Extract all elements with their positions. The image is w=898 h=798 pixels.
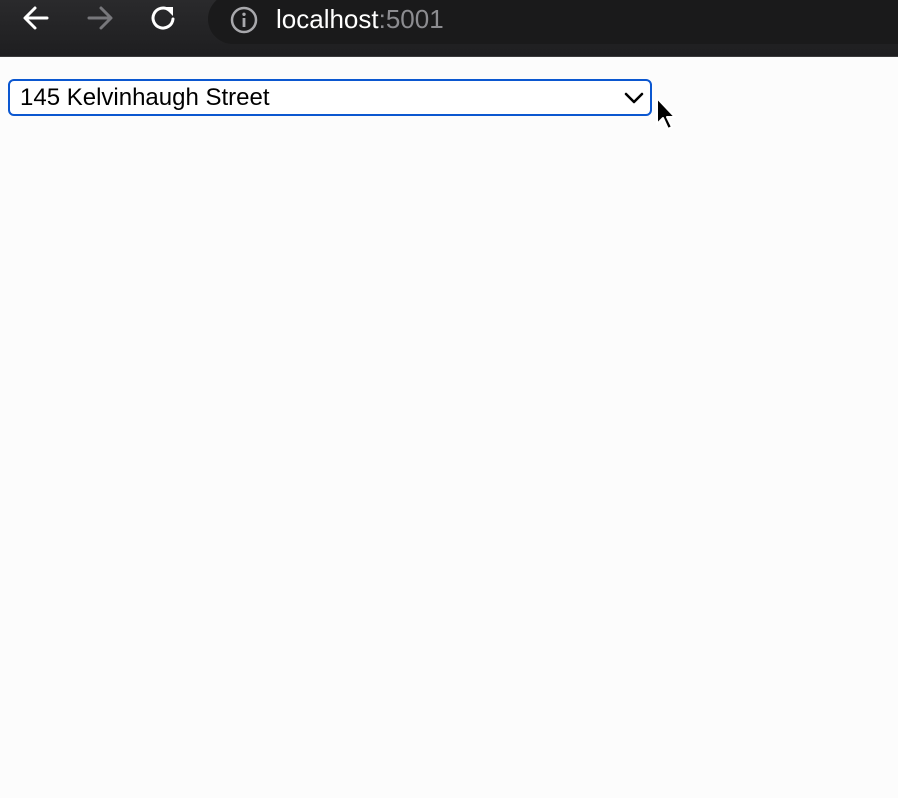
- url-port: :5001: [378, 4, 444, 34]
- mouse-pointer-icon: [656, 97, 676, 130]
- back-button[interactable]: [20, 2, 52, 34]
- reload-button[interactable]: [148, 2, 180, 34]
- reload-icon: [151, 6, 175, 30]
- browser-toolbar: localhost:5001: [0, 0, 898, 57]
- select-value: 145 Kelvinhaugh Street: [20, 84, 270, 111]
- url-text[interactable]: localhost:5001: [276, 3, 444, 35]
- chevron-down-icon: [624, 92, 644, 104]
- url-host: localhost: [276, 4, 379, 34]
- info-circle-icon[interactable]: [229, 5, 259, 35]
- forward-button[interactable]: [84, 2, 116, 34]
- arrow-right-icon: [87, 6, 113, 30]
- address-select[interactable]: 145 Kelvinhaugh Street: [8, 79, 652, 116]
- arrow-left-icon: [23, 6, 49, 30]
